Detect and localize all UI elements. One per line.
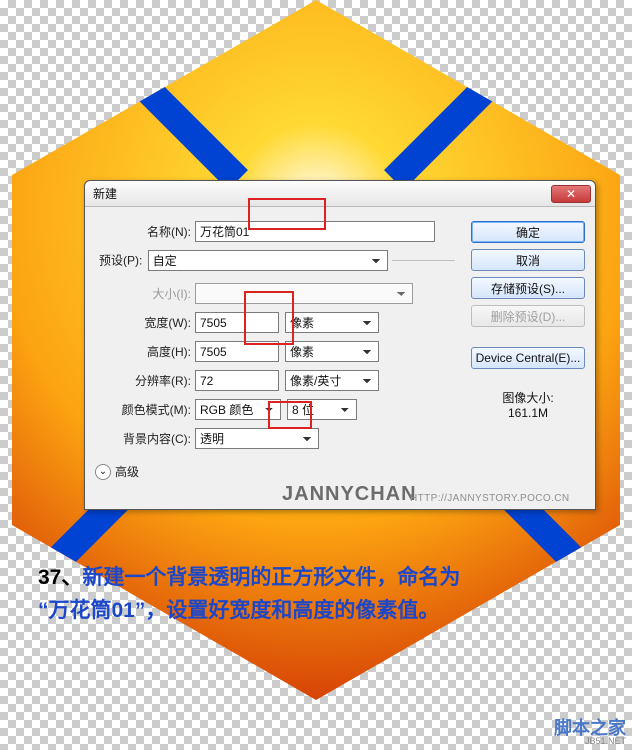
preset-select[interactable]: 自定 bbox=[148, 250, 388, 271]
dialog-titlebar[interactable]: 新建 ✕ bbox=[85, 181, 595, 207]
resolution-label: 分辨率(R): bbox=[95, 372, 195, 389]
name-input[interactable] bbox=[195, 221, 435, 242]
mode-select[interactable]: RGB 颜色 bbox=[195, 399, 281, 420]
filesize-label: 图像大小: bbox=[471, 389, 585, 406]
preset-fieldset: 预设(P): 自定 大小(I): 宽度(W): 像素 bbox=[95, 250, 455, 457]
height-label: 高度(H): bbox=[95, 343, 195, 360]
bg-label: 背景内容(C): bbox=[95, 430, 195, 447]
dialog-side-buttons: 确定 取消 存储预设(S)... 删除预设(D)... Device Centr… bbox=[467, 207, 595, 509]
dialog-title: 新建 bbox=[93, 185, 117, 202]
step-number: 37、 bbox=[38, 566, 82, 589]
filesize-block: 图像大小: 161.1M bbox=[471, 389, 585, 420]
width-label: 宽度(W): bbox=[95, 314, 195, 331]
dialog-form: 名称(N): 预设(P): 自定 大小(I): 宽度(W): bbox=[85, 207, 467, 509]
device-central-button[interactable]: Device Central(E)... bbox=[471, 347, 585, 369]
advanced-label: 高级 bbox=[115, 463, 139, 480]
close-button[interactable]: ✕ bbox=[551, 185, 591, 203]
resolution-input[interactable] bbox=[195, 370, 279, 391]
width-input[interactable] bbox=[195, 312, 279, 333]
cancel-button[interactable]: 取消 bbox=[471, 249, 585, 271]
chevron-down-icon: ⌄ bbox=[95, 464, 111, 480]
width-unit-select[interactable]: 像素 bbox=[285, 312, 379, 333]
watermark-artist: JANNYCHAN bbox=[282, 483, 417, 506]
name-label: 名称(N): bbox=[95, 223, 195, 240]
save-preset-button[interactable]: 存储预设(S)... bbox=[471, 277, 585, 299]
close-icon: ✕ bbox=[566, 188, 576, 200]
preset-label: 预设(P): bbox=[99, 254, 142, 268]
height-input[interactable] bbox=[195, 341, 279, 362]
size-label: 大小(I): bbox=[95, 285, 195, 302]
new-document-dialog: 新建 ✕ 名称(N): 预设(P): 自定 大小(I): bbox=[84, 180, 596, 510]
ok-button[interactable]: 确定 bbox=[471, 221, 585, 243]
mode-label: 颜色模式(M): bbox=[95, 401, 195, 418]
filesize-value: 161.1M bbox=[471, 406, 585, 420]
resolution-unit-select[interactable]: 像素/英寸 bbox=[285, 370, 379, 391]
tutorial-caption: 37、新建一个背景透明的正方形文件，命名为 “万花筒01”，设置好宽度和高度的像… bbox=[38, 562, 598, 628]
site-watermark: 脚本之家 JB51.NET bbox=[554, 719, 626, 746]
depth-select[interactable]: 8 位 bbox=[287, 399, 357, 420]
watermark-url: HTTP://JANNYSTORY.POCO.CN bbox=[410, 493, 569, 504]
size-select bbox=[195, 283, 413, 304]
height-unit-select[interactable]: 像素 bbox=[285, 341, 379, 362]
bg-select[interactable]: 透明 bbox=[195, 428, 319, 449]
delete-preset-button: 删除预设(D)... bbox=[471, 305, 585, 327]
advanced-toggle[interactable]: ⌄ 高级 bbox=[95, 463, 455, 480]
